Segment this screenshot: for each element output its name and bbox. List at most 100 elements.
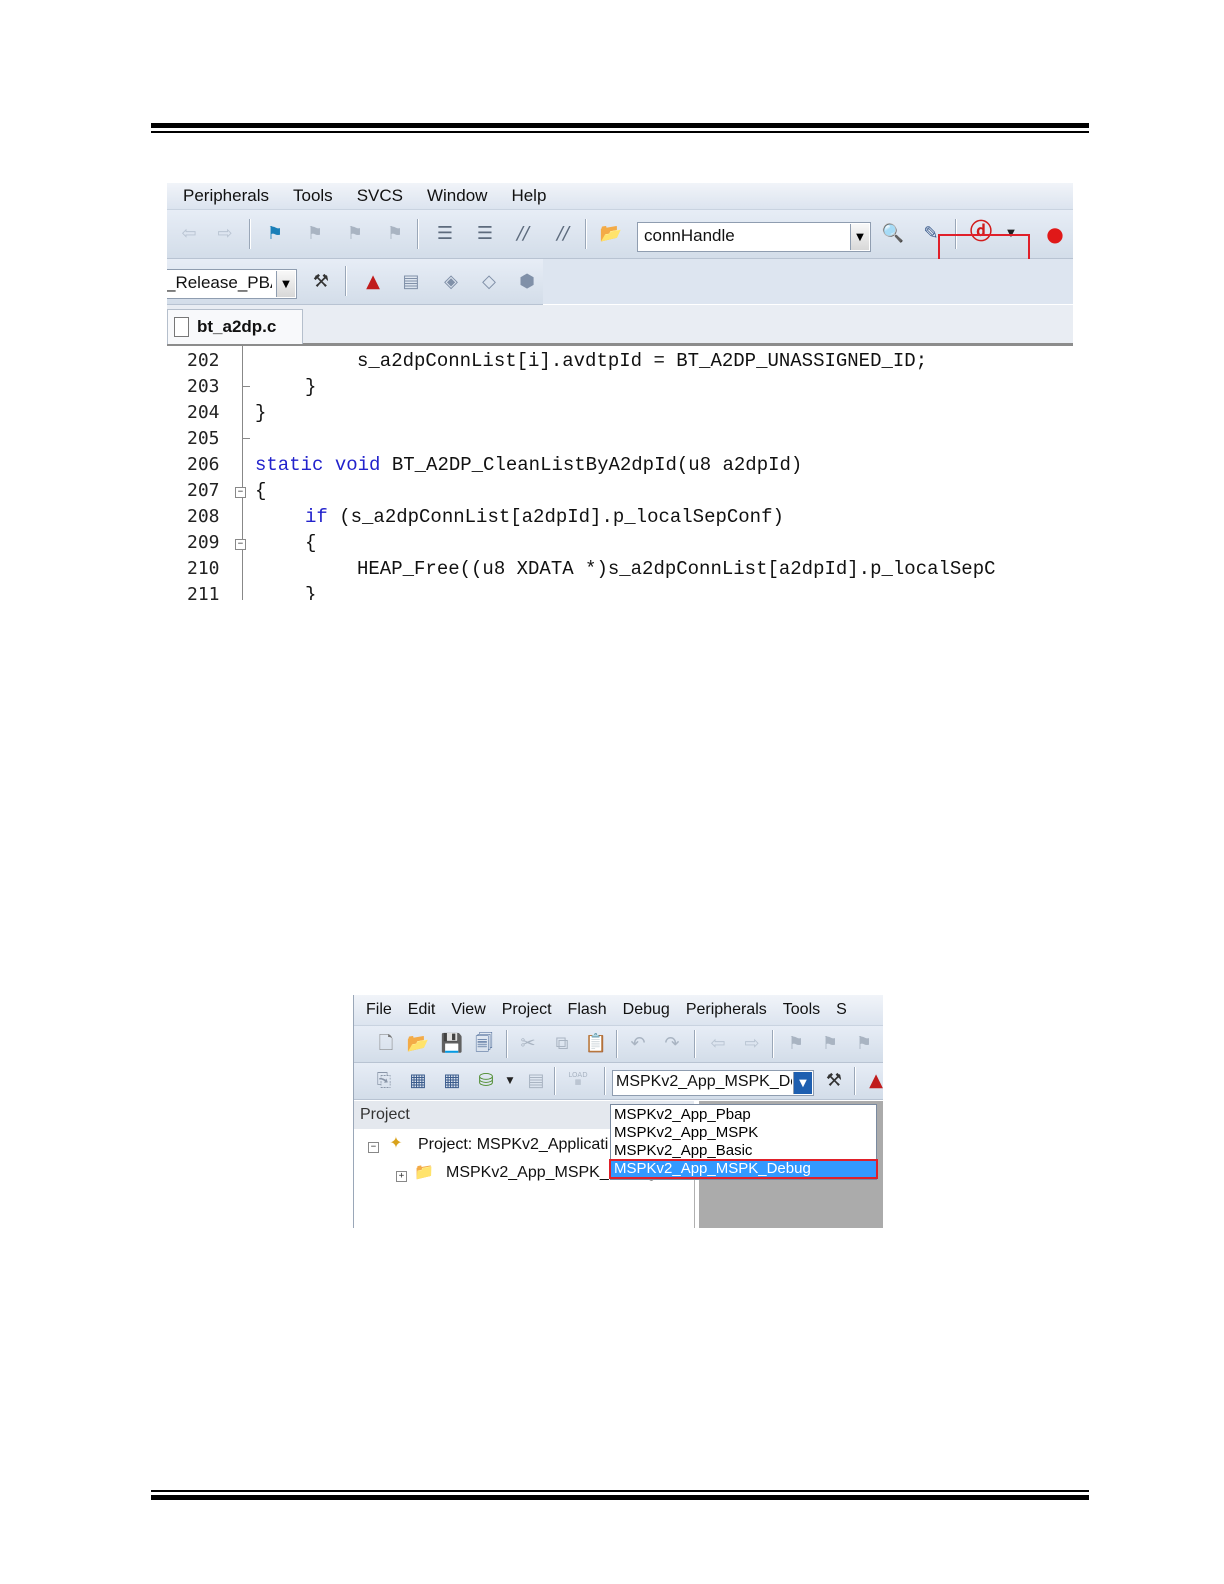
chevron-down-icon[interactable]: ▼ (276, 271, 295, 297)
bookmark-next-icon[interactable]: ⚑ (852, 1032, 876, 1056)
nav-back-icon[interactable]: ⇦ (706, 1032, 730, 1056)
indent-icon[interactable]: ☰ (433, 222, 457, 246)
menu-tools[interactable]: Tools (775, 1001, 828, 1019)
save-all-icon[interactable]: 🗐 (472, 1032, 496, 1056)
ide-screenshot-editor: Peripherals Tools SVCS Window Help ⇦ ⇨ ⚑… (167, 183, 1073, 600)
bookmark-clear-icon[interactable]: ⚑ (383, 222, 407, 246)
chevron-down-icon[interactable]: ▼ (850, 224, 869, 250)
menu-project[interactable]: Project (494, 1001, 560, 1019)
footer-rule-thick (151, 1495, 1089, 1500)
pack-installer-icon[interactable]: ◇ (477, 270, 501, 294)
manage-books-icon[interactable]: ▤ (399, 270, 423, 294)
dropdown-option[interactable]: MSPKv2_App_Basic (611, 1142, 876, 1160)
panel-title: Project (360, 1106, 410, 1123)
select-packs-icon[interactable]: ◈ (439, 270, 463, 294)
copy-icon[interactable]: ⧉ (550, 1032, 574, 1056)
line-number: 210 (187, 558, 220, 579)
search-combo[interactable]: connHandle ▼ (637, 222, 871, 252)
comment-icon[interactable]: // (511, 222, 535, 246)
breakpoint-icon[interactable]: ● (1043, 222, 1067, 246)
project-icon: ✦ (389, 1133, 403, 1152)
menu-svcs[interactable]: SVCS (345, 186, 415, 206)
code-line-211: } (305, 584, 317, 600)
tree-expand-icon[interactable]: + (396, 1171, 407, 1182)
fold-collapse-icon[interactable]: − (235, 487, 246, 498)
find-icon[interactable]: 🔍 (881, 222, 905, 246)
toolbar-empty-area (543, 259, 1073, 304)
fold-collapse-icon[interactable]: − (235, 539, 246, 550)
header-rule-thin (151, 131, 1089, 133)
target-combo[interactable]: MSPKv2_App_MSPK_Debu ▼ (612, 1070, 814, 1096)
fold-end-mark (243, 386, 250, 387)
uncomment-icon[interactable]: // (551, 222, 575, 246)
keyword: static (255, 454, 324, 476)
code-text: BT_A2DP_CleanListByA2dpId(u8 a2dpId) (391, 454, 803, 476)
menu-peripherals[interactable]: Peripherals (167, 186, 281, 206)
bookmark-insert-icon[interactable]: ⚑ (784, 1032, 808, 1056)
menu-help[interactable]: Help (499, 186, 558, 206)
menu-svcs[interactable]: S (828, 1001, 855, 1019)
chevron-down-icon[interactable]: ▼ (793, 1072, 812, 1094)
load-label: LOAD (568, 1071, 588, 1079)
stop-build-icon[interactable]: ▤ (524, 1069, 548, 1093)
target-options-icon[interactable]: ⚒ (309, 270, 333, 294)
menu-view[interactable]: View (443, 1001, 493, 1019)
find-in-files-icon[interactable]: 📂 (599, 222, 623, 246)
menu-bar: File Edit View Project Flash Debug Perip… (354, 995, 883, 1026)
bookmark-prev-icon[interactable]: ⚑ (818, 1032, 842, 1056)
bookmark-prev-icon[interactable]: ⚑ (303, 222, 327, 246)
manage-components-icon[interactable]: ▲ (361, 270, 385, 294)
undo-icon[interactable]: ↶ (626, 1032, 650, 1056)
save-icon[interactable]: 💾 (440, 1032, 464, 1056)
tab-label: bt_a2dp.c (197, 317, 277, 336)
menu-file[interactable]: File (354, 1001, 400, 1019)
tab-bt-a2dp[interactable]: bt_a2dp.c (167, 309, 303, 344)
bookmark-insert-icon[interactable]: ⚑ (263, 222, 287, 246)
batch-build-icon[interactable]: ⛁ (474, 1069, 498, 1093)
nav-forward-icon[interactable]: ⇨ (740, 1032, 764, 1056)
tree-root-label[interactable]: Project: MSPKv2_Applicati (418, 1136, 608, 1154)
paste-icon[interactable]: 📋 (584, 1032, 608, 1056)
batch-build-dropdown-icon[interactable]: ▼ (498, 1069, 522, 1093)
code-line-207: { (255, 480, 267, 502)
code-editor[interactable]: 202 203 204 205 206 207 208 209 210 211 … (167, 346, 1073, 600)
code-line-210: HEAP_Free((u8 XDATA *)s_a2dpConnList[a2d… (357, 558, 996, 580)
build-icon[interactable]: ▦ (406, 1069, 430, 1093)
redo-icon[interactable]: ↷ (660, 1032, 684, 1056)
keyword: if (305, 506, 328, 528)
runtime-env-icon[interactable]: ⬢ (515, 270, 539, 294)
toolbar-build: _Release_PBA ▼ ⚒ ▲ ▤ ◈ ◇ ⬢ (167, 259, 543, 305)
target-combo[interactable]: _Release_PBA ▼ (167, 269, 297, 299)
new-file-icon[interactable]: 🗋 (374, 1032, 398, 1056)
menu-peripherals[interactable]: Peripherals (678, 1001, 775, 1019)
target-options-icon[interactable]: ⚒ (822, 1069, 846, 1093)
code-line-204: } (255, 402, 267, 424)
search-combo-value: connHandle (644, 226, 735, 245)
menu-window[interactable]: Window (415, 186, 499, 206)
line-number: 203 (187, 376, 220, 397)
open-folder-icon[interactable]: 📂 (406, 1032, 430, 1056)
load-icon[interactable]: LOAD ▦ (566, 1067, 590, 1091)
menu-debug[interactable]: Debug (615, 1001, 678, 1019)
unindent-icon[interactable]: ☰ (473, 222, 497, 246)
code-text: (s_a2dpConnList[a2dpId].p_localSepConf) (339, 506, 784, 528)
bookmark-next-icon[interactable]: ⚑ (343, 222, 367, 246)
menu-flash[interactable]: Flash (560, 1001, 615, 1019)
manage-components-icon[interactable]: ▲ (864, 1069, 883, 1093)
footer-rule-thin (151, 1490, 1089, 1492)
line-number: 204 (187, 402, 220, 423)
nav-forward-icon[interactable]: ⇨ (213, 222, 237, 246)
dropdown-option[interactable]: MSPKv2_App_Pbap (611, 1106, 876, 1124)
nav-back-icon[interactable]: ⇦ (177, 222, 201, 246)
cut-icon[interactable]: ✂ (516, 1032, 540, 1056)
code-line-206: static void BT_A2DP_CleanListByA2dpId(u8… (255, 454, 802, 476)
line-number-gutter: 202 203 204 205 206 207 208 209 210 211 (167, 346, 241, 600)
menu-edit[interactable]: Edit (400, 1001, 444, 1019)
menu-tools[interactable]: Tools (281, 186, 345, 206)
translate-icon[interactable]: ⎘ (372, 1069, 396, 1093)
code-line-202: s_a2dpConnList[i].avdtpId = BT_A2DP_UNAS… (357, 350, 928, 372)
tree-collapse-icon[interactable]: − (368, 1142, 379, 1153)
menu-bar: Peripherals Tools SVCS Window Help (167, 183, 1073, 210)
dropdown-option[interactable]: MSPKv2_App_MSPK (611, 1124, 876, 1142)
rebuild-icon[interactable]: ▦ (440, 1069, 464, 1093)
